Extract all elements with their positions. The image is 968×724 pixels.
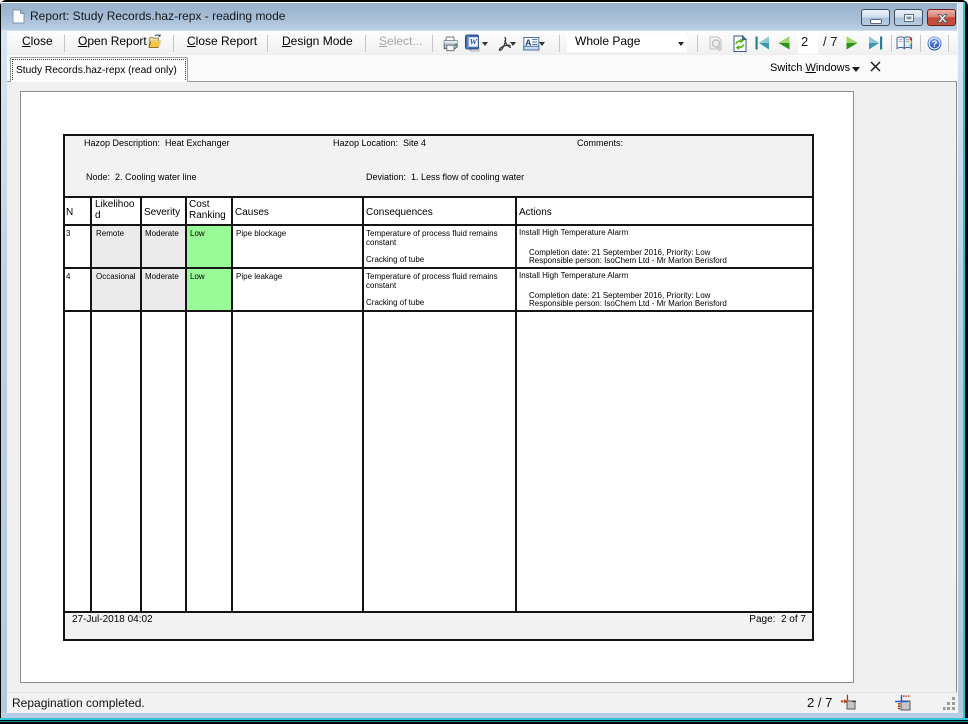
svg-text:A: A (525, 38, 531, 48)
svg-text:?: ? (932, 39, 938, 50)
